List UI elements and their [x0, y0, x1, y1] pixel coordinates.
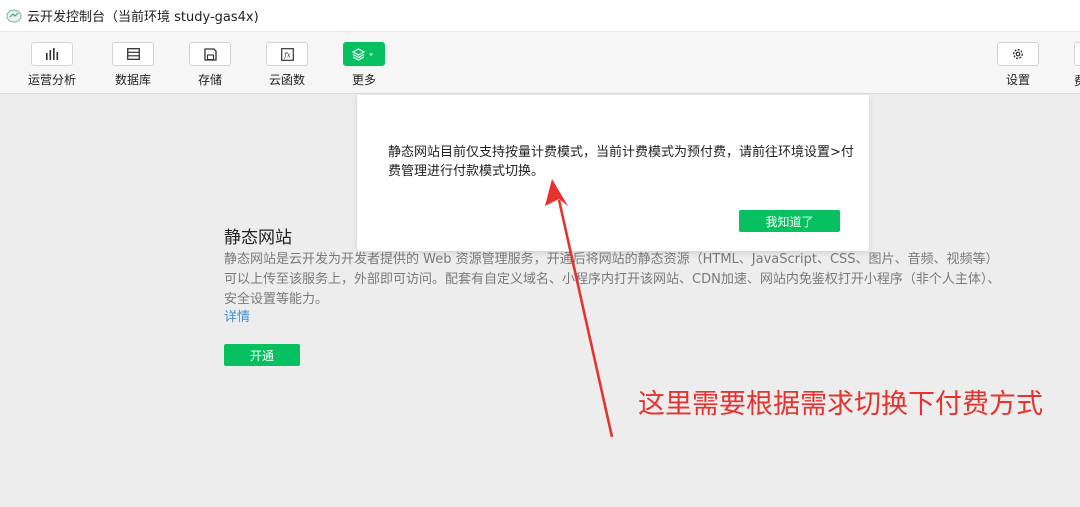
toolbar-item-settings[interactable]: 设置 — [988, 42, 1048, 88]
toolbar-item-label: 存储 — [197, 73, 222, 87]
details-link[interactable]: 详情 — [224, 306, 250, 325]
toolbar-item-partial-button[interactable] — [1074, 42, 1080, 66]
window-title-bar: 云开发控制台（当前环境 study-gas4x) — [0, 0, 1080, 32]
bar-chart-icon[interactable] — [31, 42, 73, 66]
toolbar-item-more[interactable]: 更多 — [334, 42, 394, 88]
toolbar-item-label: 云函数 — [268, 73, 305, 87]
billing-mode-dialog: 静态网站目前仅支持按量计费模式，当前计费模式为预付费，请前往环境设置>付费管理进… — [357, 95, 869, 251]
annotation-text: 这里需要根据需求切换下付费方式 — [638, 389, 1043, 420]
toolbar-item-partial-label: 费 — [1074, 72, 1080, 89]
toolbar-item-storage[interactable]: 存储 — [180, 42, 240, 88]
function-icon[interactable]: fx — [266, 42, 308, 66]
open-button[interactable]: 开通 — [224, 344, 300, 366]
dialog-confirm-button[interactable]: 我知道了 — [739, 210, 840, 232]
gear-icon[interactable] — [997, 42, 1039, 66]
section-description: 静态网站是云开发为开发者提供的 Web 资源管理服务，开通后将网站的静态资源（H… — [224, 252, 1001, 307]
layers-icon[interactable] — [343, 42, 385, 66]
save-icon[interactable] — [189, 42, 231, 66]
toolbar-item-label: 数据库 — [114, 73, 151, 87]
toolbar-item-analytics[interactable]: 运营分析 — [22, 42, 82, 88]
database-icon[interactable] — [112, 42, 154, 66]
toolbar-item-label: 运营分析 — [27, 73, 76, 87]
section-title: 静态网站 — [224, 228, 292, 248]
toolbar: 运营分析 数据库 存储 fx 云函数 更多 设置 费 — [0, 32, 1080, 94]
toolbar-item-database[interactable]: 数据库 — [103, 42, 163, 88]
toolbar-item-label: 设置 — [1005, 73, 1030, 87]
svg-text:fx: fx — [283, 51, 291, 59]
toolbar-item-cloud-functions[interactable]: fx 云函数 — [257, 42, 317, 88]
toolbar-item-label: 更多 — [351, 73, 376, 87]
dialog-message: 静态网站目前仅支持按量计费模式，当前计费模式为预付费，请前往环境设置>付费管理进… — [388, 145, 854, 179]
window-title: 云开发控制台（当前环境 study-gas4x) — [27, 10, 259, 25]
app-logo-icon — [6, 8, 22, 24]
